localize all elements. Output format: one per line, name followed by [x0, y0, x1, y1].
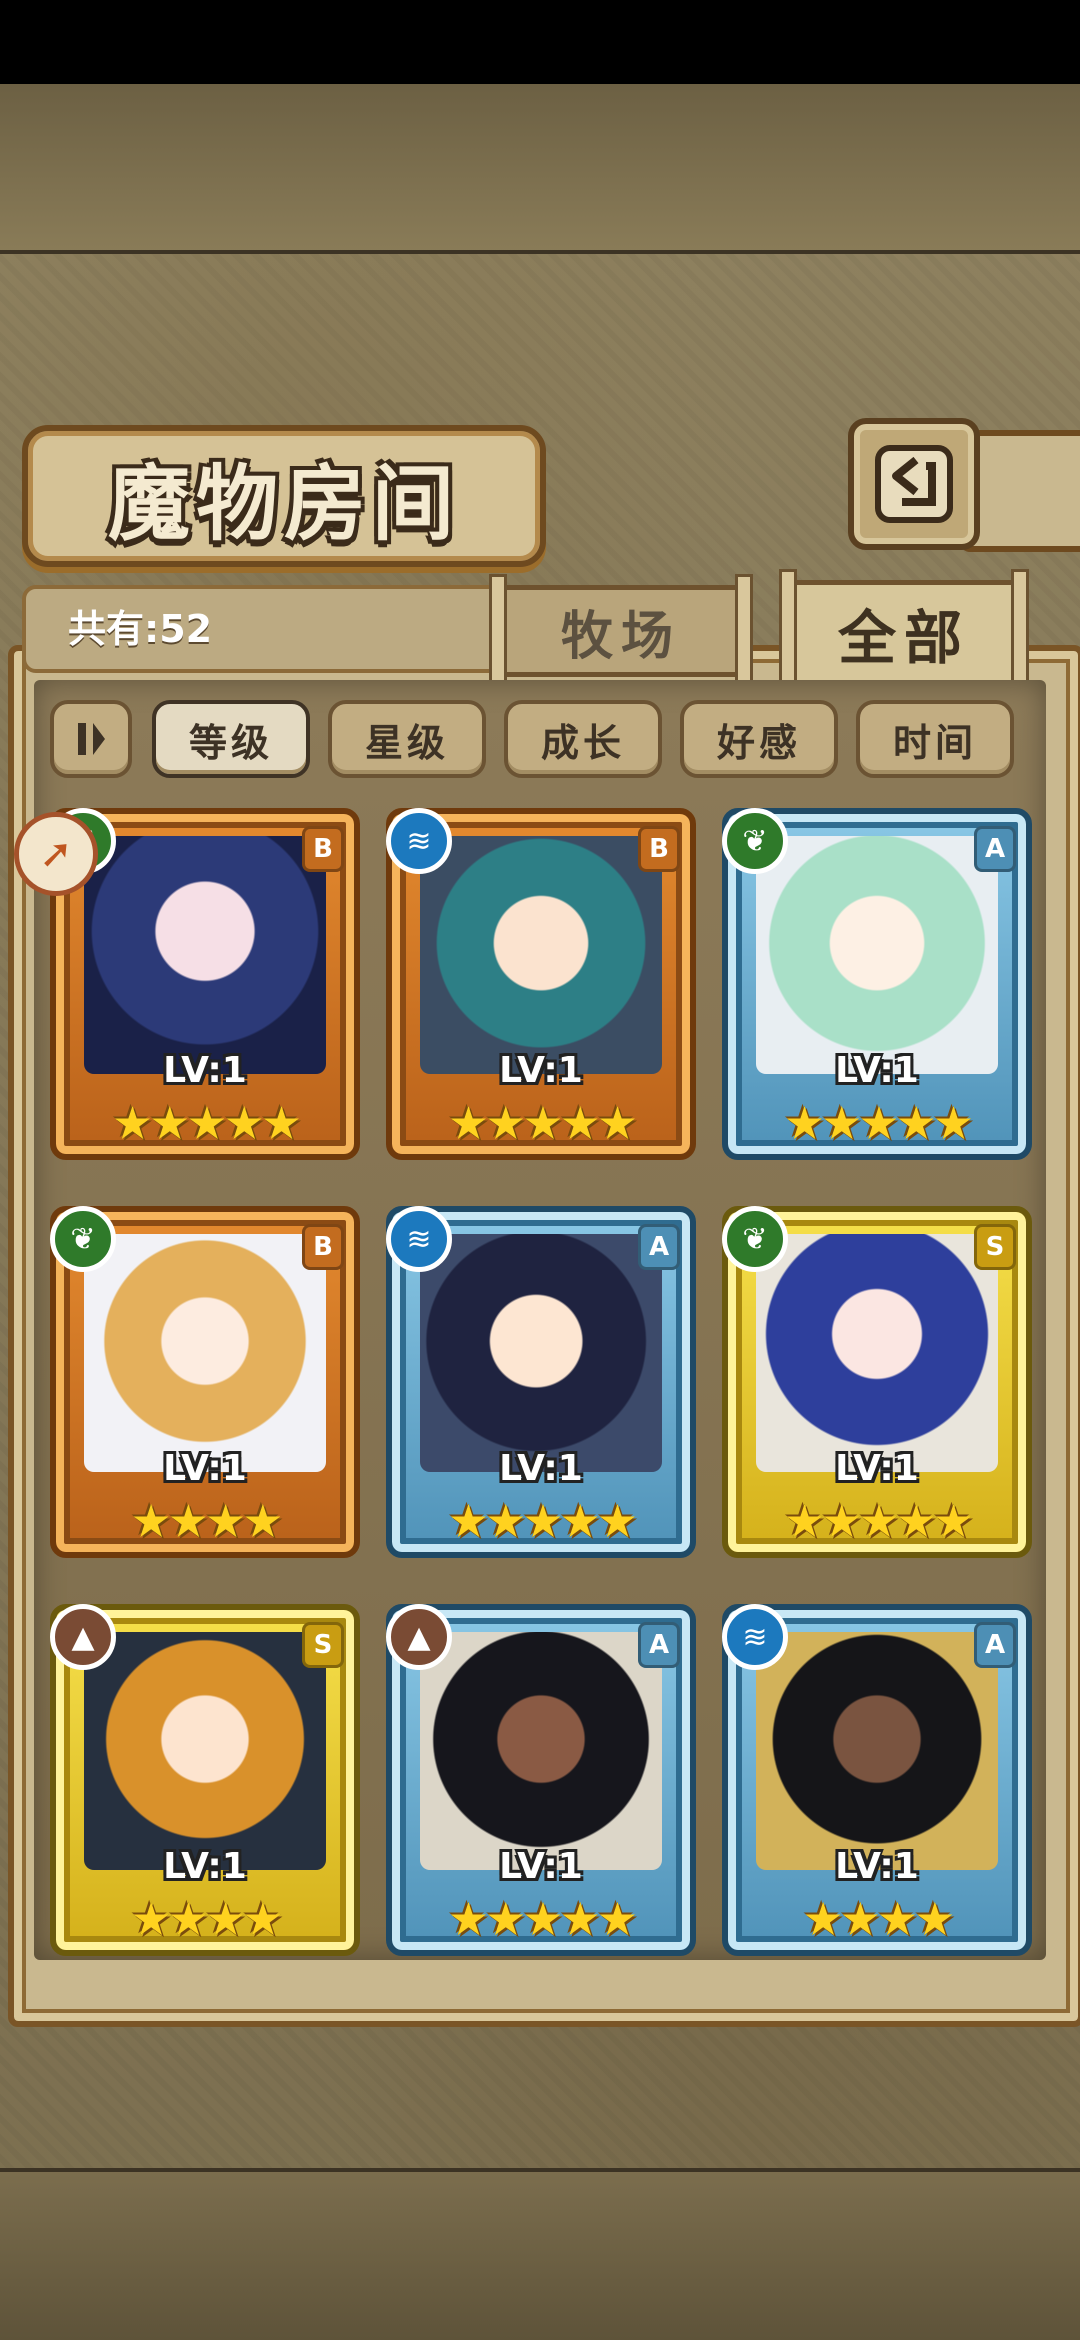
level-label: LV:1: [835, 1448, 919, 1489]
earth-icon: ▲: [386, 1604, 452, 1670]
level-label: LV:1: [835, 1050, 919, 1091]
level-label: LV:1: [835, 1846, 919, 1887]
leaf-icon: ❦: [722, 1206, 788, 1272]
monster-card[interactable]: ≋ A LV:1 ★★★★: [722, 1604, 1032, 1956]
tab-ranch[interactable]: 牧场: [489, 574, 753, 698]
rank-badge: S: [302, 1622, 344, 1668]
sort-affection-label: 好感: [716, 720, 801, 765]
strongest-marker-icon: ➚: [14, 812, 98, 896]
star-rating: ★★★★★: [447, 1494, 638, 1548]
back-button[interactable]: [848, 418, 980, 550]
rank-badge: A: [974, 1622, 1016, 1668]
sort-order-toggle[interactable]: [50, 700, 132, 778]
tab-ranch-label: 牧场: [560, 606, 681, 667]
sort-time-label: 时间: [892, 720, 977, 765]
star-rating: ★★★★★: [447, 1096, 638, 1150]
rank-badge: B: [302, 826, 344, 872]
monster-portrait: [756, 1234, 998, 1472]
monster-portrait: [756, 1632, 998, 1870]
monster-portrait: [84, 836, 326, 1074]
monster-card[interactable]: ≋ A LV:1 ★★★★★: [386, 1206, 696, 1558]
top-border-strip: [0, 84, 1080, 254]
sort-level-button[interactable]: 等级: [152, 700, 310, 778]
monster-card[interactable]: ≋ B LV:1 ★★★★★: [386, 808, 696, 1160]
level-label: LV:1: [163, 1846, 247, 1887]
earth-icon: ▲: [50, 1604, 116, 1670]
monster-count: 共有:52: [68, 607, 213, 651]
level-label: LV:1: [499, 1448, 583, 1489]
star-rating: ★★★★: [802, 1892, 956, 1946]
monster-card[interactable]: ▲ A LV:1 ★★★★★: [386, 1604, 696, 1956]
bottom-border-strip: [0, 2168, 1080, 2340]
rank-badge: S: [974, 1224, 1016, 1270]
leaf-icon: ❦: [722, 808, 788, 874]
monster-card[interactable]: ▲ S LV:1 ★★★★: [50, 1604, 360, 1956]
level-label: LV:1: [499, 1846, 583, 1887]
sort-star-label: 星级: [364, 720, 449, 765]
sort-growth-button[interactable]: 成长: [504, 700, 662, 778]
sort-star-button[interactable]: 星级: [328, 700, 486, 778]
level-label: LV:1: [163, 1050, 247, 1091]
tab-all-label: 全部: [837, 603, 970, 672]
sort-level-label: 等级: [188, 720, 273, 765]
monster-card[interactable]: ❦ B LV:1 ★★★★: [50, 1206, 360, 1558]
level-label: LV:1: [499, 1050, 583, 1091]
pause-toggle-icon: [78, 723, 105, 755]
monster-portrait: [84, 1632, 326, 1870]
rank-badge: B: [302, 1224, 344, 1270]
rank-badge: A: [638, 1622, 680, 1668]
star-rating: ★★★★★: [783, 1096, 974, 1150]
water-icon: ≋: [386, 808, 452, 874]
tab-all[interactable]: 全部: [779, 569, 1029, 693]
monster-portrait: [84, 1234, 326, 1472]
title-banner: 魔物房间: [22, 425, 546, 567]
monster-card[interactable]: ❦ A LV:1 ★★★★★: [722, 808, 1032, 1160]
monster-portrait: [420, 1632, 662, 1870]
star-rating: ★★★★★: [111, 1096, 302, 1150]
monster-portrait: [420, 1234, 662, 1472]
star-rating: ★★★★★: [447, 1892, 638, 1946]
level-label: LV:1: [163, 1448, 247, 1489]
page-title: 魔物房间: [107, 456, 460, 552]
rank-badge: A: [638, 1224, 680, 1270]
water-icon: ≋: [722, 1604, 788, 1670]
status-bar: [0, 0, 1080, 84]
rank-badge: A: [974, 826, 1016, 872]
rank-badge: B: [638, 826, 680, 872]
star-rating: ★★★★: [130, 1892, 284, 1946]
star-rating: ★★★★★: [783, 1494, 974, 1548]
leaf-icon: ❦: [50, 1206, 116, 1272]
sort-growth-label: 成长: [540, 720, 625, 765]
star-rating: ★★★★: [130, 1494, 284, 1548]
monster-portrait: [420, 836, 662, 1074]
water-icon: ≋: [386, 1206, 452, 1272]
monster-card[interactable]: ❦ S LV:1 ★★★★★: [722, 1206, 1032, 1558]
monster-portrait: [756, 836, 998, 1074]
sort-time-button[interactable]: 时间: [856, 700, 1014, 778]
back-arrow-icon: [875, 445, 953, 523]
sort-affection-button[interactable]: 好感: [680, 700, 838, 778]
